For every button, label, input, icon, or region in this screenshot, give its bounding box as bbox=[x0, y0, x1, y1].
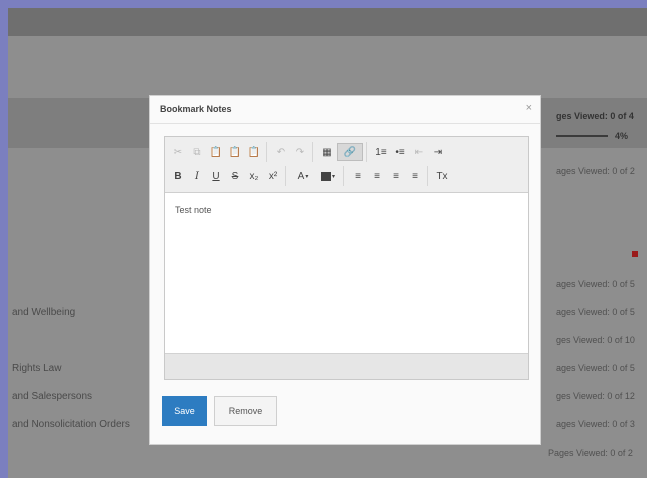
undo-icon[interactable]: ↶ bbox=[272, 143, 290, 161]
toolbar-row-1: ✂ ⧉ 📋 📋 📋 ↶ ↷ ▦ 🔗 1≡ •≡ ⇤ ⇥ bbox=[169, 140, 524, 164]
paste-word-icon[interactable]: 📋 bbox=[245, 143, 263, 161]
image-icon[interactable]: ▦ bbox=[318, 143, 336, 161]
rich-text-editor: ✂ ⧉ 📋 📋 📋 ↶ ↷ ▦ 🔗 1≡ •≡ ⇤ ⇥ B I U S x₂ x… bbox=[164, 136, 529, 380]
align-right-icon[interactable]: ≡ bbox=[387, 167, 405, 185]
dialog-header: Bookmark Notes × bbox=[150, 96, 540, 124]
pages-viewed-row: ages Viewed: 0 of 5 bbox=[556, 307, 635, 317]
progress-bar bbox=[556, 135, 608, 137]
color-group: A ▾ ▾ bbox=[291, 166, 344, 186]
pages-viewed-row: ges Viewed: 0 of 12 bbox=[556, 391, 635, 401]
lesson-link[interactable]: and Nonsolicitation Orders bbox=[12, 419, 130, 430]
italic-icon[interactable]: I bbox=[188, 167, 206, 185]
indent-icon[interactable]: ⇥ bbox=[429, 143, 447, 161]
progress-percent: 4% bbox=[615, 131, 629, 141]
editor-content[interactable]: Test note bbox=[165, 193, 528, 353]
cut-icon[interactable]: ✂ bbox=[169, 143, 187, 161]
background-color-icon[interactable]: ▾ bbox=[316, 167, 340, 185]
align-group: ≡ ≡ ≡ ≡ bbox=[349, 166, 428, 186]
remove-format-icon[interactable]: Tx bbox=[433, 167, 451, 185]
justify-icon[interactable]: ≡ bbox=[406, 167, 424, 185]
list-group: 1≡ •≡ ⇤ ⇥ bbox=[372, 142, 450, 162]
lesson-link[interactable]: Rights Law bbox=[12, 363, 61, 374]
strikethrough-icon[interactable]: S bbox=[226, 167, 244, 185]
editor-status-bar bbox=[165, 353, 528, 379]
bookmark-notes-dialog: Bookmark Notes × ✂ ⧉ 📋 📋 📋 ↶ ↷ ▦ 🔗 1≡ •≡… bbox=[149, 95, 541, 445]
dialog-title: Bookmark Notes bbox=[160, 104, 232, 114]
link-icon[interactable]: 🔗 bbox=[337, 143, 363, 161]
pages-viewed-row: Pages Viewed: 0 of 2 bbox=[548, 448, 633, 458]
redo-icon[interactable]: ↷ bbox=[291, 143, 309, 161]
bold-icon[interactable]: B bbox=[169, 167, 187, 185]
ordered-list-icon[interactable]: 1≡ bbox=[372, 143, 390, 161]
pages-viewed-row: ages Viewed: 0 of 3 bbox=[556, 419, 635, 429]
pages-viewed-summary: ges Viewed: 0 of 4 bbox=[556, 111, 634, 121]
paste-text-icon[interactable]: 📋 bbox=[226, 143, 244, 161]
clear-group: Tx bbox=[433, 166, 454, 186]
history-group: ↶ ↷ bbox=[272, 142, 313, 162]
top-nav-band bbox=[8, 8, 647, 36]
alert-indicator bbox=[632, 251, 638, 257]
format-group: B I U S x₂ x² bbox=[169, 166, 286, 186]
superscript-icon[interactable]: x² bbox=[264, 167, 282, 185]
text-color-icon[interactable]: A ▾ bbox=[291, 167, 315, 185]
paste-icon[interactable]: 📋 bbox=[207, 143, 225, 161]
lesson-link[interactable]: and Salespersons bbox=[12, 391, 92, 402]
note-text: Test note bbox=[175, 205, 212, 215]
toolbar-row-2: B I U S x₂ x² A ▾ ▾ ≡ ≡ ≡ ≡ Tx bbox=[169, 164, 524, 188]
editor-toolbar: ✂ ⧉ 📋 📋 📋 ↶ ↷ ▦ 🔗 1≡ •≡ ⇤ ⇥ B I U S x₂ x… bbox=[165, 137, 528, 193]
align-left-icon[interactable]: ≡ bbox=[349, 167, 367, 185]
bullet-list-icon[interactable]: •≡ bbox=[391, 143, 409, 161]
pages-viewed-row: ages Viewed: 0 of 5 bbox=[556, 363, 635, 373]
remove-button[interactable]: Remove bbox=[214, 396, 277, 426]
copy-icon[interactable]: ⧉ bbox=[188, 143, 206, 161]
pages-viewed-row: ages Viewed: 0 of 5 bbox=[556, 279, 635, 289]
align-center-icon[interactable]: ≡ bbox=[368, 167, 386, 185]
outdent-icon[interactable]: ⇤ bbox=[410, 143, 428, 161]
underline-icon[interactable]: U bbox=[207, 167, 225, 185]
clipboard-group: ✂ ⧉ 📋 📋 📋 bbox=[169, 142, 267, 162]
close-icon[interactable]: × bbox=[526, 102, 532, 114]
lesson-link[interactable]: and Wellbeing bbox=[12, 307, 75, 318]
subscript-icon[interactable]: x₂ bbox=[245, 167, 263, 185]
insert-group: ▦ 🔗 bbox=[318, 142, 367, 162]
save-button[interactable]: Save bbox=[162, 396, 207, 426]
pages-viewed-row: ges Viewed: 0 of 10 bbox=[556, 335, 635, 345]
pages-viewed-row: ages Viewed: 0 of 2 bbox=[556, 166, 635, 176]
